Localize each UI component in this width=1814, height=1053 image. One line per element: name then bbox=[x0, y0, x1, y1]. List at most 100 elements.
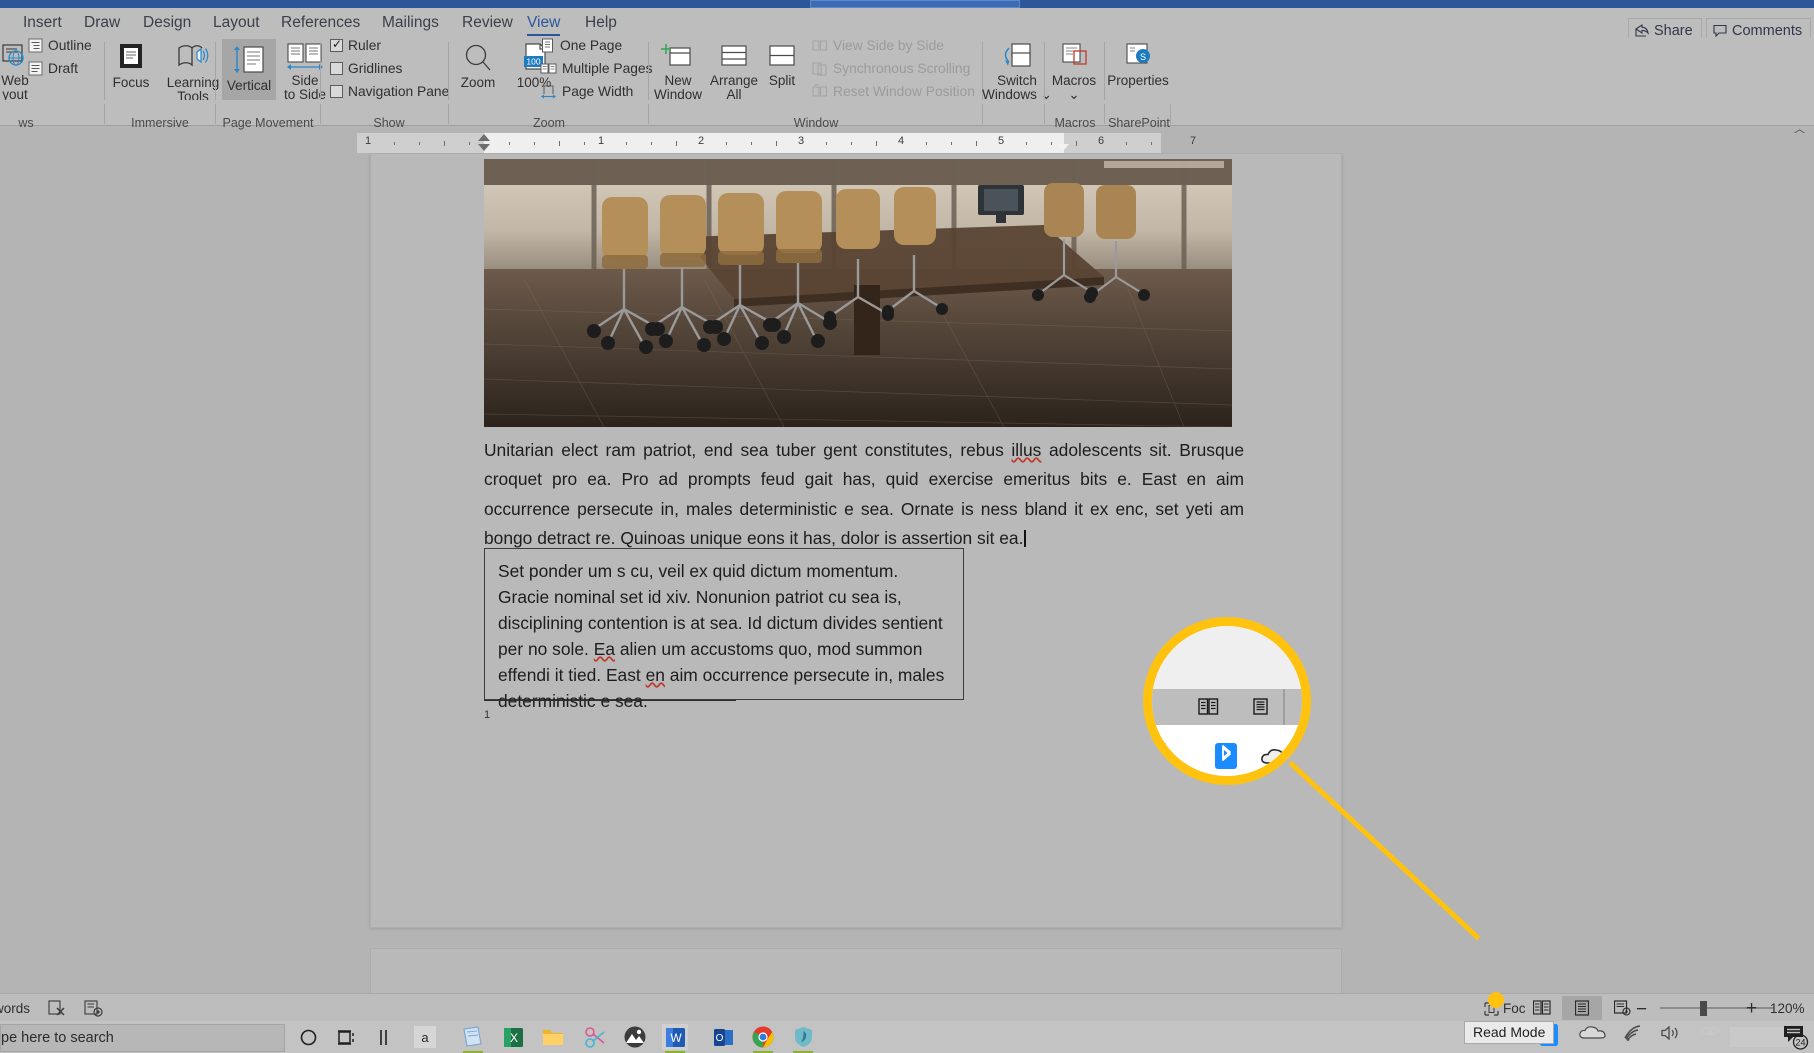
new-window-icon bbox=[661, 44, 691, 66]
tray-network-button[interactable] bbox=[1622, 1024, 1642, 1042]
hanging-indent-marker[interactable] bbox=[478, 144, 490, 151]
file-explorer-button[interactable] bbox=[540, 1024, 566, 1050]
pipes-icon bbox=[379, 1029, 387, 1045]
word-count-label[interactable]: words bbox=[0, 1001, 30, 1016]
notification-center-button[interactable]: 24 bbox=[1782, 1024, 1810, 1050]
zoom-out-button[interactable]: − bbox=[1636, 999, 1647, 1021]
macros-icon bbox=[1062, 43, 1087, 65]
tab-draw[interactable]: Draw bbox=[75, 11, 129, 37]
excel-button[interactable]: X bbox=[500, 1024, 526, 1050]
vertical-scroll-icon bbox=[234, 46, 264, 73]
navigation-pane-checkbox[interactable]: Navigation Pane bbox=[330, 84, 449, 99]
outline-button[interactable]: Outline bbox=[28, 38, 92, 53]
learning-tools-icon bbox=[178, 45, 209, 67]
split-button[interactable]: Split bbox=[760, 42, 804, 88]
search-input[interactable]: pe here to search bbox=[0, 1024, 285, 1052]
zoom-slider-thumb[interactable] bbox=[1700, 1001, 1707, 1016]
sticky-notes-icon bbox=[462, 1026, 482, 1047]
focus-button[interactable]: Focus bbox=[102, 42, 160, 90]
arrange-all-button[interactable]: Arrange All bbox=[706, 42, 762, 102]
zoom-in-button[interactable]: + bbox=[1746, 998, 1757, 1020]
task-view-button[interactable] bbox=[334, 1024, 360, 1050]
proofing-errors-button[interactable] bbox=[48, 1000, 67, 1022]
bluetooth-icon[interactable] bbox=[1215, 743, 1237, 769]
tray-hidden-button[interactable] bbox=[1700, 1024, 1720, 1038]
outlook-button[interactable]: O bbox=[710, 1024, 736, 1050]
one-page-button[interactable]: One Page bbox=[540, 38, 622, 53]
print-layout-view-button[interactable] bbox=[1562, 996, 1602, 1020]
draft-button[interactable]: Draft bbox=[28, 61, 78, 76]
group-label-show: Show bbox=[373, 116, 405, 130]
tab-review[interactable]: Review bbox=[453, 11, 522, 37]
magnified-print-layout-button[interactable] bbox=[1243, 691, 1277, 722]
gridlines-checkbox[interactable]: Gridlines bbox=[330, 61, 402, 76]
magnifier-divider bbox=[1283, 689, 1285, 725]
tab-references[interactable]: References bbox=[272, 11, 369, 37]
document-paragraph[interactable]: Unitarian elect ram patriot, end sea tub… bbox=[484, 436, 1244, 553]
web-layout-icon bbox=[2, 44, 24, 66]
document-page-2[interactable] bbox=[370, 948, 1342, 993]
multiple-pages-label: Multiple Pages bbox=[562, 61, 653, 76]
photos-button[interactable] bbox=[622, 1024, 648, 1050]
split-label: Split bbox=[768, 73, 796, 88]
snip-sketch-button[interactable] bbox=[582, 1024, 608, 1050]
cortana-button[interactable] bbox=[295, 1024, 321, 1050]
ime-a-button[interactable]: a bbox=[412, 1024, 438, 1050]
ruler-checkbox-box[interactable] bbox=[330, 37, 343, 52]
side-to-side-button[interactable]: Side to Side bbox=[278, 42, 332, 102]
magnified-read-mode-button[interactable] bbox=[1191, 691, 1225, 722]
glsep-3 bbox=[320, 104, 321, 124]
page-width-icon bbox=[541, 85, 556, 99]
title-bar-search-box[interactable] bbox=[810, 0, 1020, 8]
reset-window-position-label: Reset Window Position bbox=[833, 84, 975, 99]
group-label-views: ws bbox=[18, 116, 34, 130]
tab-help[interactable]: Help bbox=[576, 11, 626, 37]
read-mode-view-button[interactable] bbox=[1522, 996, 1562, 1020]
tray-onedrive-button[interactable] bbox=[1578, 1024, 1606, 1042]
multiple-pages-button[interactable]: Multiple Pages bbox=[540, 61, 653, 76]
accessibility-button[interactable] bbox=[84, 1000, 103, 1022]
document-text-box[interactable]: Set ponder um s cu, veil ex quid dictum … bbox=[484, 548, 964, 711]
svg-text:O: O bbox=[715, 1033, 723, 1044]
document-image[interactable] bbox=[484, 159, 1232, 427]
ruler-label: Ruler bbox=[348, 38, 381, 53]
tab-view[interactable]: View bbox=[518, 11, 569, 37]
new-window-button[interactable]: New Window bbox=[650, 42, 706, 102]
learning-tools-button[interactable]: Learning Tools bbox=[158, 42, 228, 104]
tab-layout[interactable]: Layout bbox=[204, 11, 269, 37]
security-button[interactable] bbox=[790, 1024, 816, 1053]
draft-icon bbox=[28, 61, 43, 76]
document-canvas[interactable]: Unitarian elect ram patriot, end sea tub… bbox=[0, 153, 1814, 993]
cloud-icon[interactable] bbox=[1260, 747, 1294, 767]
macros-button[interactable]: Macros ⌄ bbox=[1046, 42, 1102, 102]
properties-button[interactable]: S Properties bbox=[1106, 42, 1170, 88]
chrome-icon bbox=[752, 1026, 774, 1048]
view-side-by-side-icon bbox=[812, 40, 827, 51]
switch-windows-button[interactable]: Switch Windows ⌄ bbox=[982, 42, 1052, 102]
zoom-level-label[interactable]: 120% bbox=[1770, 1001, 1805, 1016]
horizontal-ruler[interactable]: 1 1 2 3 4 5 6 7 bbox=[0, 133, 1814, 153]
split-icon bbox=[769, 45, 795, 66]
gridlines-checkbox-box[interactable] bbox=[330, 62, 343, 75]
navigation-pane-checkbox-box[interactable] bbox=[330, 85, 343, 98]
tab-design[interactable]: Design bbox=[134, 11, 200, 37]
tab-insert[interactable]: Insert bbox=[14, 11, 71, 37]
multiple-pages-icon bbox=[540, 63, 557, 74]
tab-mailings[interactable]: Mailings bbox=[373, 11, 448, 37]
first-line-indent-marker[interactable] bbox=[478, 134, 490, 141]
zoom-button[interactable]: Zoom bbox=[450, 42, 506, 90]
tray-volume-button[interactable] bbox=[1660, 1024, 1682, 1042]
cloud-icon bbox=[1579, 1026, 1606, 1039]
share-icon bbox=[1635, 24, 1649, 37]
pipes-button[interactable] bbox=[370, 1024, 396, 1050]
document-page-1[interactable]: Unitarian elect ram patriot, end sea tub… bbox=[370, 153, 1342, 928]
text-box-content[interactable]: Set ponder um s cu, veil ex quid dictum … bbox=[498, 558, 948, 714]
right-indent-marker[interactable] bbox=[1057, 144, 1069, 151]
page-width-button[interactable]: Page Width bbox=[540, 84, 633, 99]
word-button[interactable]: W bbox=[662, 1024, 688, 1053]
ruler-checkbox[interactable]: Ruler bbox=[330, 37, 381, 53]
svg-text:X: X bbox=[509, 1031, 517, 1045]
sticky-notes-button[interactable] bbox=[460, 1024, 486, 1053]
chrome-button[interactable] bbox=[750, 1024, 776, 1053]
ruler-number-0: 1 bbox=[364, 135, 372, 147]
